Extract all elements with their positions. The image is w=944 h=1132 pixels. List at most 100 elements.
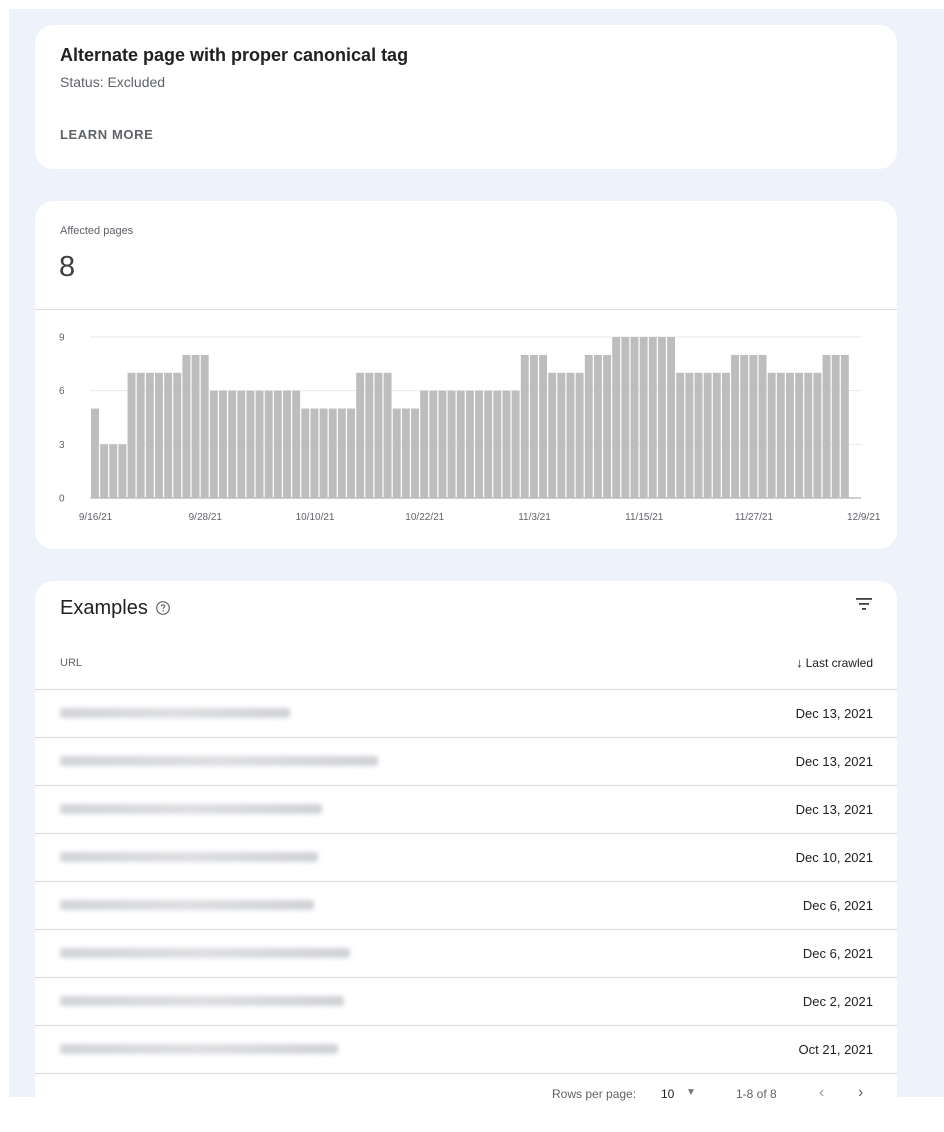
chart-bar[interactable] [529, 354, 538, 498]
chart-bar[interactable] [347, 408, 355, 498]
chart-bar[interactable] [657, 337, 666, 498]
help-circle-icon[interactable] [155, 600, 171, 616]
chart-bar[interactable] [246, 390, 255, 498]
url-cell[interactable] [60, 708, 290, 718]
chart-bar[interactable] [804, 372, 813, 498]
chart-bar[interactable] [310, 408, 319, 498]
chart-bar[interactable] [502, 390, 511, 498]
chart-bar[interactable] [438, 390, 447, 498]
chart-bar[interactable] [209, 390, 218, 498]
learn-more-button[interactable]: LEARN MORE [60, 127, 153, 142]
chart-bar[interactable] [365, 372, 374, 498]
chart-bar[interactable] [795, 372, 804, 498]
url-cell[interactable] [60, 1044, 338, 1054]
chart-bar[interactable] [337, 408, 346, 498]
chart-bar[interactable] [539, 354, 548, 498]
url-cell[interactable] [60, 996, 344, 1006]
chart-bar[interactable] [447, 390, 456, 498]
chart-bar[interactable] [219, 390, 227, 498]
chart-bar[interactable] [593, 354, 602, 498]
chart-bar[interactable] [228, 390, 237, 498]
table-row[interactable]: Dec 6, 2021 [35, 882, 897, 930]
chart-bar[interactable] [740, 354, 749, 498]
chart-bar[interactable] [411, 408, 419, 498]
chart-bar[interactable] [731, 354, 740, 498]
chart-bar[interactable] [292, 390, 301, 498]
table-row[interactable]: Dec 10, 2021 [35, 834, 897, 882]
chart-bar[interactable] [785, 372, 794, 498]
chart-bar[interactable] [191, 354, 200, 498]
chart-bar[interactable] [273, 390, 282, 498]
url-cell[interactable] [60, 852, 318, 862]
chart-bar[interactable] [621, 337, 630, 498]
chart-bar[interactable] [356, 372, 365, 498]
chart-bar[interactable] [237, 390, 246, 498]
chart-bar[interactable] [429, 390, 438, 498]
chart-bar[interactable] [639, 337, 648, 498]
chart-bar[interactable] [721, 372, 730, 498]
chart-bar[interactable] [475, 390, 484, 498]
chart-bar[interactable] [667, 337, 676, 498]
table-row[interactable]: Dec 13, 2021 [35, 690, 897, 738]
chart-bar[interactable] [712, 372, 721, 498]
chart-bar[interactable] [456, 390, 465, 498]
chart-bar[interactable] [465, 390, 474, 498]
chart-bar[interactable] [301, 408, 310, 498]
chart-bar[interactable] [493, 390, 502, 498]
chart-bar[interactable] [630, 337, 639, 498]
last-crawled-column-header[interactable]: ↓ Last crawled [796, 655, 873, 670]
chart-bar[interactable] [694, 372, 703, 498]
chart-bar[interactable] [109, 444, 118, 498]
chart-bar[interactable] [612, 337, 621, 498]
chart-bar[interactable] [566, 372, 575, 498]
chart-bar[interactable] [758, 354, 767, 498]
table-row[interactable]: Dec 13, 2021 [35, 738, 897, 786]
url-cell[interactable] [60, 804, 322, 814]
table-row[interactable]: Dec 6, 2021 [35, 930, 897, 978]
chart-bar[interactable] [328, 408, 337, 498]
next-page-button[interactable]: › [858, 1084, 863, 1102]
chart-bar[interactable] [520, 354, 529, 498]
chart-bar[interactable] [584, 354, 593, 498]
chart-bar[interactable] [319, 408, 328, 498]
chart-bar[interactable] [173, 372, 182, 498]
chart-bar[interactable] [575, 372, 584, 498]
rows-per-page-select[interactable]: 10 [661, 1087, 674, 1101]
chart-bar[interactable] [118, 444, 127, 498]
chart-bar[interactable] [127, 372, 136, 498]
chart-bar[interactable] [511, 390, 520, 498]
chart-bar[interactable] [557, 372, 566, 498]
chart-bar[interactable] [200, 354, 209, 498]
chart-bar[interactable] [401, 408, 410, 498]
chart-bar[interactable] [548, 372, 557, 498]
chart-bar[interactable] [136, 372, 145, 498]
chart-bar[interactable] [164, 372, 173, 498]
table-row[interactable]: Dec 2, 2021 [35, 978, 897, 1026]
chart-bar[interactable] [383, 372, 392, 498]
table-row[interactable]: Dec 13, 2021 [35, 786, 897, 834]
chart-bar[interactable] [155, 372, 163, 498]
chart-bar[interactable] [831, 354, 840, 498]
chart-bar[interactable] [484, 390, 493, 498]
prev-page-button[interactable]: ‹ [819, 1084, 824, 1102]
url-cell[interactable] [60, 948, 350, 958]
chart-bar[interactable] [603, 354, 612, 498]
chart-bar[interactable] [255, 390, 264, 498]
chart-bar[interactable] [182, 354, 191, 498]
table-row[interactable]: Oct 21, 2021 [35, 1026, 897, 1074]
chart-bar[interactable] [822, 354, 831, 498]
chart-bar[interactable] [392, 408, 401, 498]
chart-bar[interactable] [145, 372, 154, 498]
chart-bar[interactable] [813, 372, 822, 498]
chart-bar[interactable] [264, 390, 273, 498]
chart-bar[interactable] [749, 354, 758, 498]
chart-bar[interactable] [374, 372, 383, 498]
chart-bar[interactable] [840, 354, 849, 498]
url-cell[interactable] [60, 756, 378, 766]
chart-bar[interactable] [100, 444, 109, 498]
filter-icon[interactable] [854, 594, 874, 614]
url-cell[interactable] [60, 900, 314, 910]
chart-bar[interactable] [91, 408, 99, 498]
chart-bar[interactable] [420, 390, 429, 498]
chart-bar[interactable] [776, 372, 785, 498]
